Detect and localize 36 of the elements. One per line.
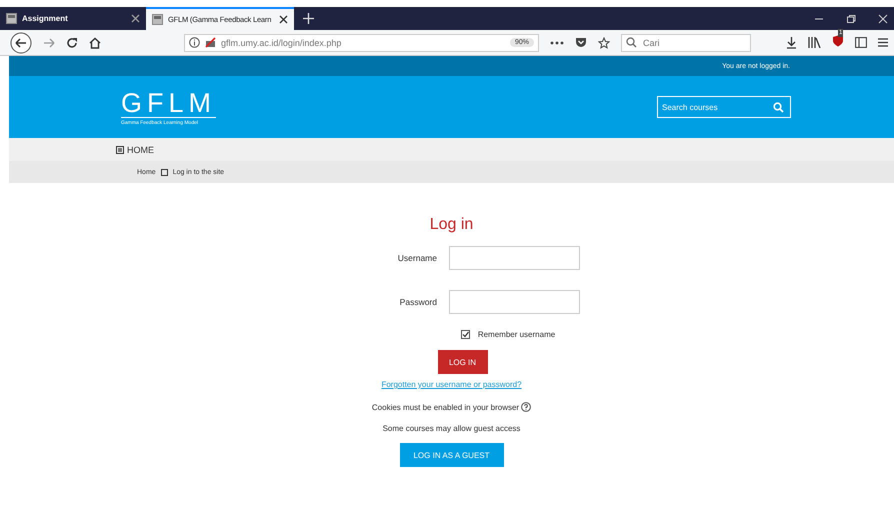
page-title: Log in — [430, 216, 474, 234]
page-icon — [6, 13, 17, 24]
search-icon — [626, 37, 637, 48]
sidebar-icon[interactable] — [855, 37, 867, 48]
separator-icon — [160, 168, 168, 176]
checkbox[interactable] — [460, 330, 470, 339]
close-icon[interactable] — [279, 15, 288, 24]
more-icon[interactable] — [550, 40, 564, 44]
search-field[interactable]: Cari — [621, 34, 751, 52]
search-icon[interactable] — [773, 102, 784, 112]
input-field[interactable] — [449, 246, 580, 270]
close-icon[interactable] — [131, 14, 140, 23]
login-button[interactable]: LOG IN — [438, 350, 488, 374]
restore-icon[interactable] — [846, 14, 856, 24]
new-tab-icon[interactable] — [303, 13, 314, 24]
star-icon[interactable] — [598, 36, 610, 48]
guest-access-notice: Some courses may allow guest access — [382, 424, 520, 433]
reload-icon[interactable] — [66, 36, 78, 48]
field-label: Password — [398, 297, 437, 307]
input-field[interactable] — [449, 290, 580, 314]
help-icon[interactable] — [521, 402, 532, 412]
forward-icon[interactable] — [43, 36, 55, 48]
course-search-field[interactable]: Search courses — [657, 96, 791, 118]
cookies-notice: Cookies must be enabled in your browser — [372, 402, 520, 412]
home-link[interactable]: HOME — [127, 144, 154, 154]
page-icon — [152, 14, 163, 25]
field-label: Username — [396, 253, 437, 263]
browser-tab[interactable]: Assignment — [0, 7, 146, 30]
checkbox-label: Remember username — [478, 330, 556, 339]
info-icon — [189, 37, 200, 48]
pocket-icon[interactable] — [575, 37, 587, 48]
library-icon[interactable] — [808, 37, 821, 48]
download-icon[interactable] — [786, 36, 797, 48]
back-icon[interactable] — [10, 32, 32, 54]
menu-icon[interactable] — [878, 38, 888, 47]
shield-icon[interactable] — [832, 34, 844, 46]
